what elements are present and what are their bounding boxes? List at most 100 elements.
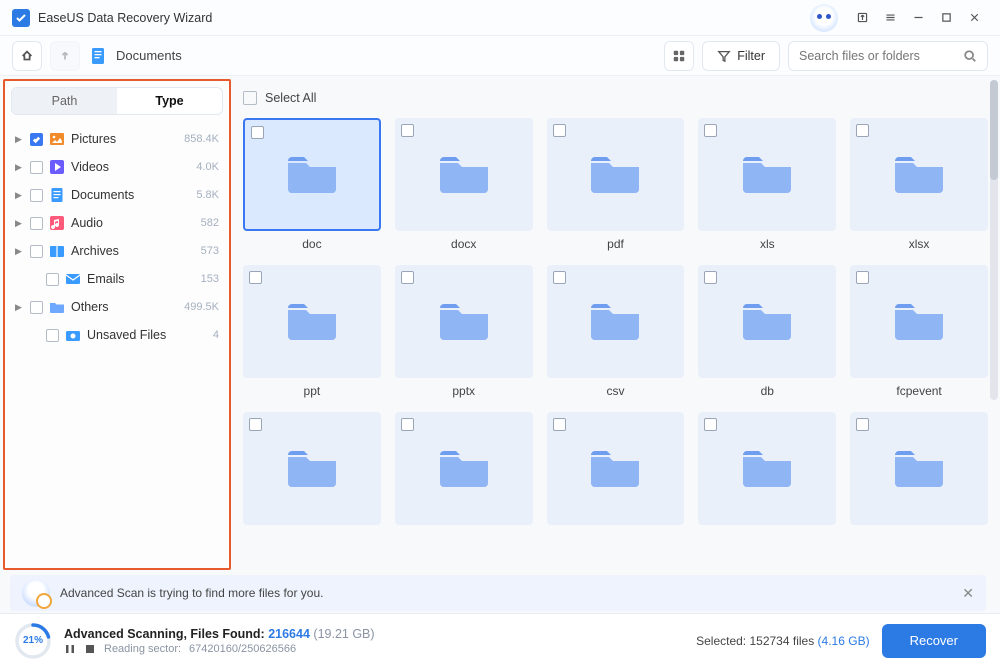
- card-checkbox[interactable]: [704, 124, 717, 137]
- folder-card[interactable]: [850, 412, 988, 531]
- archive-icon: [48, 242, 66, 260]
- folder-card[interactable]: db: [698, 265, 836, 398]
- card-checkbox[interactable]: [553, 271, 566, 284]
- vertical-scrollbar[interactable]: [990, 80, 998, 400]
- card-checkbox[interactable]: [401, 271, 414, 284]
- tab-type[interactable]: Type: [117, 88, 222, 114]
- card-checkbox[interactable]: [704, 271, 717, 284]
- home-button[interactable]: [12, 41, 42, 71]
- chevron-right-icon: ▶: [15, 134, 25, 145]
- scan-notice: Advanced Scan is trying to find more fil…: [10, 575, 986, 611]
- folder-card[interactable]: xlsx: [850, 118, 988, 251]
- type-tree: ▶ Pictures 858.4K ▶Videos4.0K▶Documents5.8K…: [5, 119, 229, 355]
- folder-card[interactable]: pptx: [395, 265, 533, 398]
- tree-item-count: 4: [213, 329, 219, 341]
- music-icon: [48, 214, 66, 232]
- chevron-right-icon: ▶: [15, 218, 25, 229]
- tree-item-documents[interactable]: ▶Documents5.8K: [9, 181, 225, 209]
- folder-card[interactable]: csv: [547, 265, 685, 398]
- status-bar: 21% Advanced Scanning, Files Found: 2166…: [0, 613, 1000, 667]
- card-checkbox[interactable]: [553, 124, 566, 137]
- play-icon: [48, 158, 66, 176]
- breadcrumb[interactable]: Documents: [116, 48, 182, 63]
- checkbox[interactable]: [46, 329, 59, 342]
- folder-card[interactable]: [395, 412, 533, 531]
- checkbox[interactable]: [30, 245, 43, 258]
- tree-item-archives[interactable]: ▶Archives573: [9, 237, 225, 265]
- tree-item-unsaved-files[interactable]: Unsaved Files4: [9, 321, 225, 349]
- card-checkbox[interactable]: [856, 124, 869, 137]
- card-label: doc: [302, 237, 321, 251]
- folder-card[interactable]: docx: [395, 118, 533, 251]
- tree-item-label: Pictures: [71, 132, 179, 146]
- select-all-checkbox[interactable]: [243, 91, 257, 105]
- minimize-button[interactable]: [904, 4, 932, 32]
- card-checkbox[interactable]: [251, 126, 264, 139]
- folder-card[interactable]: doc: [243, 118, 381, 251]
- folder-card[interactable]: pdf: [547, 118, 685, 251]
- tree-item-label: Videos: [71, 160, 191, 174]
- content-area: Select All doc docxpdf xls xlsx ppt pptx csv db…: [235, 76, 1000, 573]
- folder-card[interactable]: [243, 412, 381, 531]
- tree-item-emails[interactable]: Emails153: [9, 265, 225, 293]
- tree-item-others[interactable]: ▶Others499.5K: [9, 293, 225, 321]
- tree-item-pictures[interactable]: ▶ Pictures 858.4K: [9, 125, 225, 153]
- tree-item-audio[interactable]: ▶Audio582: [9, 209, 225, 237]
- notice-close-button[interactable]: ✕: [962, 585, 974, 602]
- folder-grid: doc docxpdf xls xlsx ppt pptx csv db fcpevent: [243, 118, 988, 531]
- share-button[interactable]: [848, 4, 876, 32]
- tree-item-count: 5.8K: [196, 189, 219, 201]
- search-input[interactable]: [799, 49, 963, 63]
- card-label: xls: [760, 237, 775, 251]
- card-label: ppt: [304, 384, 321, 398]
- folder-icon: [48, 298, 66, 316]
- folder-card[interactable]: fcpevent: [850, 265, 988, 398]
- chevron-right-icon: ▶: [15, 190, 25, 201]
- sector-label: Reading sector:: [104, 643, 181, 655]
- tab-path[interactable]: Path: [12, 88, 117, 114]
- select-all-row[interactable]: Select All: [243, 86, 988, 110]
- pause-button[interactable]: [64, 643, 76, 655]
- recover-button[interactable]: Recover: [882, 624, 986, 658]
- menu-button[interactable]: [876, 4, 904, 32]
- checkbox[interactable]: [46, 273, 59, 286]
- card-label: csv: [606, 384, 624, 398]
- checkbox[interactable]: [30, 301, 43, 314]
- card-checkbox[interactable]: [401, 418, 414, 431]
- mail-icon: [64, 270, 82, 288]
- filter-button[interactable]: Filter: [702, 41, 780, 71]
- up-button[interactable]: [50, 41, 80, 71]
- card-checkbox[interactable]: [249, 271, 262, 284]
- status-text: Advanced Scanning, Files Found: 216644 (…: [64, 627, 375, 655]
- tree-item-count: 858.4K: [184, 133, 219, 145]
- chevron-right-icon: ▶: [15, 302, 25, 313]
- tree-item-videos[interactable]: ▶Videos4.0K: [9, 153, 225, 181]
- search-box[interactable]: [788, 41, 988, 71]
- close-button[interactable]: [960, 4, 988, 32]
- checkbox[interactable]: [30, 189, 43, 202]
- card-checkbox[interactable]: [401, 124, 414, 137]
- maximize-button[interactable]: [932, 4, 960, 32]
- grid-view-button[interactable]: [664, 41, 694, 71]
- progress-percent: 21%: [14, 622, 52, 660]
- checkbox[interactable]: [30, 161, 43, 174]
- checkbox[interactable]: [30, 133, 43, 146]
- folder-card[interactable]: [547, 412, 685, 531]
- stop-button[interactable]: [84, 643, 96, 655]
- sidebar: Path Type ▶ Pictures 858.4K ▶Videos4.0K▶Doc…: [3, 79, 231, 570]
- main: Path Type ▶ Pictures 858.4K ▶Videos4.0K▶Doc…: [0, 76, 1000, 573]
- app-title: EaseUS Data Recovery Wizard: [38, 11, 212, 25]
- card-checkbox[interactable]: [856, 418, 869, 431]
- mascot-icon: [810, 4, 838, 32]
- card-checkbox[interactable]: [553, 418, 566, 431]
- folder-card[interactable]: [698, 412, 836, 531]
- checkbox[interactable]: [30, 217, 43, 230]
- doc-icon: [48, 186, 66, 204]
- folder-card[interactable]: ppt: [243, 265, 381, 398]
- card-checkbox[interactable]: [249, 418, 262, 431]
- card-label: xlsx: [909, 237, 930, 251]
- folder-card[interactable]: xls: [698, 118, 836, 251]
- card-label: db: [761, 384, 774, 398]
- card-checkbox[interactable]: [856, 271, 869, 284]
- card-checkbox[interactable]: [704, 418, 717, 431]
